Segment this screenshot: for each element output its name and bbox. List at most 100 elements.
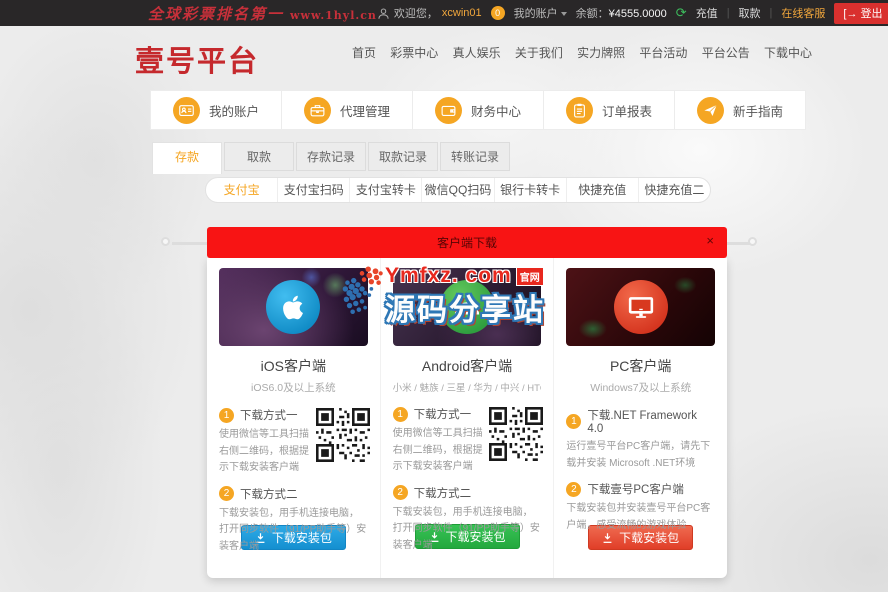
quickmenu-item-order-reports[interactable]: 订单报表 xyxy=(544,90,675,130)
connector-ring-right xyxy=(748,237,757,246)
payment-tab-alipay-scan[interactable]: 支付宝扫码 xyxy=(277,178,349,202)
nav-item-about-us[interactable]: 关于我们 xyxy=(515,44,563,61)
step-number-badge: 2 xyxy=(393,485,408,500)
step-number-badge: 1 xyxy=(393,407,408,422)
quickmenu-item-finance-center[interactable]: 财务中心 xyxy=(413,90,544,130)
card-android: Android客户端 小米 / 魅族 / 三星 / 华为 / 中兴 / HTC … xyxy=(380,258,554,578)
paper-plane-icon xyxy=(697,97,724,124)
step-title: 下载方式一 xyxy=(414,406,472,422)
balance: 余额：¥4555.0000 xyxy=(576,5,667,21)
qr-code xyxy=(316,408,370,462)
nav-item-lottery-center[interactable]: 彩票中心 xyxy=(390,44,438,61)
briefcase-icon xyxy=(304,97,331,124)
android-step-2: 2 下载方式二 下载安装包，用手机连接电脑，打开同步软件（91/PP助手等）安装… xyxy=(393,485,542,555)
tab-withdraw-records[interactable]: 取款记录 xyxy=(368,142,438,171)
quickmenu-item-beginner-guide[interactable]: 新手指南 xyxy=(675,90,806,130)
card-pc: PC客户端 Windows7及以上系统 1 下载.NET Framework 4… xyxy=(553,258,727,578)
nav-item-license[interactable]: 实力牌照 xyxy=(577,44,625,61)
message-count-badge[interactable]: 0 xyxy=(491,6,505,20)
online-service-link[interactable]: 在线客服 xyxy=(781,5,825,21)
tab-deposit-records[interactable]: 存款记录 xyxy=(296,142,366,171)
android-card-image xyxy=(393,268,542,346)
user-greeting: 欢迎您，xcwin01 xyxy=(377,5,482,21)
tab-withdraw[interactable]: 取款 xyxy=(224,142,294,171)
android-step-1: 1 下载方式一 使用微信等工具扫描右侧二维码，根据提示下载安装客户端 xyxy=(393,406,542,476)
ios-step-2: 2 下载方式二 下载安装包，用手机连接电脑，打开同步软件（91/PP助手等）安装… xyxy=(219,486,368,556)
quickmenu-label: 我的账户 xyxy=(209,101,259,120)
logout-icon: [→ xyxy=(843,8,857,20)
site-logo[interactable]: 壹号平台 xyxy=(135,38,259,80)
step-number-badge: 2 xyxy=(219,486,234,501)
quickmenu-label: 新手指南 xyxy=(733,101,783,120)
divider: | xyxy=(770,7,773,19)
nav-item-live-casino[interactable]: 真人娱乐 xyxy=(453,44,501,61)
balance-value: ¥4555.0000 xyxy=(609,8,667,20)
ios-card-subtitle: iOS6.0及以上系统 xyxy=(219,380,368,395)
payment-tab-quick-recharge[interactable]: 快捷充值 xyxy=(566,178,638,202)
quickmenu-item-agent-management[interactable]: 代理管理 xyxy=(282,90,413,130)
monitor-icon xyxy=(614,280,668,334)
payment-tab-bank-card[interactable]: 银行卡转卡 xyxy=(494,178,566,202)
nav-item-activities[interactable]: 平台活动 xyxy=(639,44,687,61)
step-description: 下载安装包并安装壹号平台PC客户端，感受流畅的游戏体验 xyxy=(566,501,715,534)
close-icon[interactable]: × xyxy=(706,234,714,247)
chevron-down-icon xyxy=(561,12,567,16)
android-steps: 1 下载方式一 使用微信等工具扫描右侧二维码，根据提示下载安装客户端 2 下载方 xyxy=(393,406,542,518)
step-number-badge: 1 xyxy=(566,414,581,429)
payment-tab-quick-recharge-2[interactable]: 快捷充值二 xyxy=(638,178,710,202)
payment-tabs: 支付宝 支付宝扫码 支付宝转卡 微信QQ扫码 银行卡转卡 快捷充值 快捷充值二 xyxy=(205,177,711,203)
step-title: 下载方式二 xyxy=(240,486,298,502)
step-description: 下载安装包，用手机连接电脑，打开同步软件（91/PP助手等）安装客户端 xyxy=(393,505,542,555)
nav-item-download-center[interactable]: 下载中心 xyxy=(764,44,812,61)
step-description: 使用微信等工具扫描右侧二维码，根据提示下载安装客户端 xyxy=(219,427,311,477)
card-ios: iOS客户端 iOS6.0及以上系统 1 下载方式一 使用微信等工具扫描右侧二维… xyxy=(207,258,380,578)
payment-tab-alipay[interactable]: 支付宝 xyxy=(206,178,277,202)
recharge-link[interactable]: 充值 xyxy=(696,5,718,21)
ios-steps: 1 下载方式一 使用微信等工具扫描右侧二维码，根据提示下载安装客户端 2 下载方 xyxy=(219,407,368,519)
tab-transfer-records[interactable]: 转账记录 xyxy=(440,142,510,171)
step-description: 使用微信等工具扫描右侧二维码，根据提示下载安装客户端 xyxy=(393,426,485,476)
client-download-banner: 客户端下载 × xyxy=(207,227,727,258)
ios-card-image xyxy=(219,268,368,346)
step-description: 运行壹号平台PC客户端，请先下载并安装 Microsoft .NET环境 xyxy=(566,439,715,472)
qr-code xyxy=(489,407,543,461)
slogan-site: www.1hyl.cn xyxy=(290,9,377,22)
logout-button[interactable]: [→ 登出 xyxy=(834,3,888,24)
step-number-badge: 2 xyxy=(566,482,581,497)
pc-step-2: 2 下载壹号PC客户端 下载安装包并安装壹号平台PC客户端，感受流畅的游戏体验 xyxy=(566,481,715,534)
step-title: 下载方式一 xyxy=(240,407,298,423)
download-panel: iOS客户端 iOS6.0及以上系统 1 下载方式一 使用微信等工具扫描右侧二维… xyxy=(207,258,727,578)
android-icon xyxy=(440,280,494,334)
quick-menu: 我的账户 代理管理 财务中心 订单报表 新手指南 xyxy=(150,90,806,130)
payment-tab-wechat-qq-scan[interactable]: 微信QQ扫码 xyxy=(421,178,493,202)
pc-card-subtitle: Windows7及以上系统 xyxy=(566,380,715,395)
step-number-badge: 1 xyxy=(219,408,234,423)
refresh-balance-icon[interactable]: ⟳ xyxy=(676,5,687,21)
slogan-text: 全球彩票排名第一 xyxy=(148,5,284,23)
quickmenu-label: 代理管理 xyxy=(340,101,390,120)
payment-tab-alipay-card[interactable]: 支付宝转卡 xyxy=(349,178,421,202)
nav-item-announcements[interactable]: 平台公告 xyxy=(702,44,750,61)
step-title: 下载.NET Framework 4.0 xyxy=(587,407,715,435)
account-tabs: 存款 取款 存款记录 取款记录 转账记录 xyxy=(152,142,512,174)
withdraw-link[interactable]: 取款 xyxy=(739,5,761,21)
banner-title: 客户端下载 xyxy=(437,234,497,251)
step-title: 下载方式二 xyxy=(414,485,472,501)
pc-card-title: PC客户端 xyxy=(566,356,715,376)
android-card-title: Android客户端 xyxy=(393,356,542,376)
clipboard-icon xyxy=(566,97,593,124)
android-card-subtitle: 小米 / 魅族 / 三星 / 华为 / 中兴 / HTC xyxy=(393,380,542,394)
page: 全球彩票排名第一 www.1hyl.cn 欢迎您，xcwin01 0 我的账户 余… xyxy=(0,0,888,592)
welcome-label: 欢迎您， xyxy=(394,5,438,21)
tab-deposit[interactable]: 存款 xyxy=(152,142,222,174)
pc-card-image xyxy=(566,268,715,346)
divider: | xyxy=(727,7,730,19)
my-account-dropdown[interactable]: 我的账户 xyxy=(514,5,567,21)
topbar-slogan: 全球彩票排名第一 www.1hyl.cn xyxy=(148,3,377,24)
connector-ring-left xyxy=(161,237,170,246)
nav-item-home[interactable]: 首页 xyxy=(352,44,376,61)
quickmenu-item-my-account[interactable]: 我的账户 xyxy=(150,90,282,130)
id-card-icon xyxy=(173,97,200,124)
topbar: 全球彩票排名第一 www.1hyl.cn 欢迎您，xcwin01 0 我的账户 余… xyxy=(0,0,888,26)
connector-line-left xyxy=(172,242,207,245)
